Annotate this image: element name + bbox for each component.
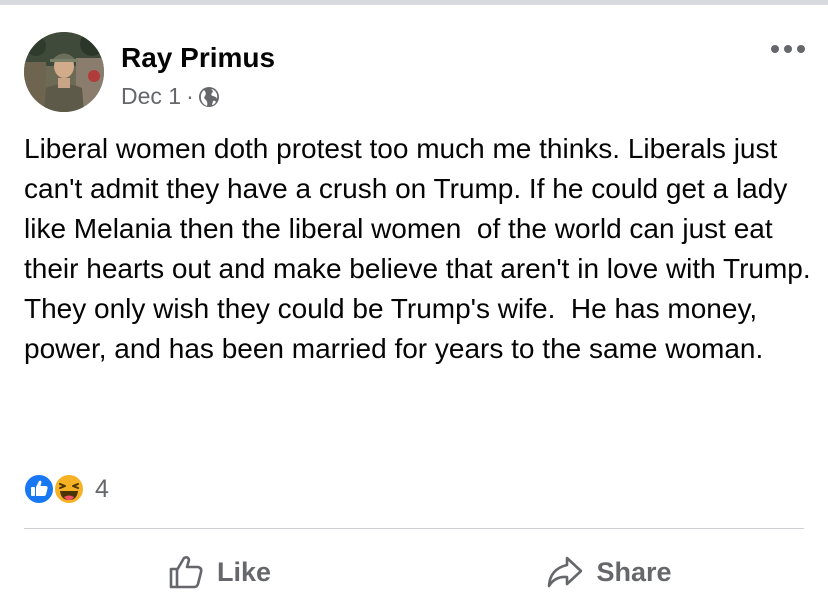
facebook-post: Ray Primus Dec 1 · Liberal women doth pr… [0, 5, 828, 608]
thumbs-up-icon [167, 553, 205, 591]
reaction-icons [23, 471, 91, 507]
author-name[interactable]: Ray Primus [121, 42, 275, 74]
share-label: Share [596, 556, 672, 587]
post-date[interactable]: Dec 1 [121, 83, 181, 110]
haha-reaction-icon [53, 473, 85, 505]
more-options-icon[interactable] [764, 35, 812, 63]
like-label: Like [216, 556, 272, 587]
post-meta: Dec 1 · [121, 83, 220, 110]
meta-separator: · [186, 83, 194, 109]
globe-icon [198, 86, 220, 108]
share-button[interactable]: Share [414, 545, 804, 599]
share-arrow-icon [546, 553, 584, 591]
like-reaction-icon [23, 473, 55, 505]
avatar-photo [24, 32, 104, 112]
author-avatar[interactable] [24, 32, 104, 112]
like-button[interactable]: Like [24, 545, 414, 599]
reactions-summary[interactable]: 4 [23, 471, 109, 507]
actions-divider [24, 528, 804, 529]
reaction-count: 4 [95, 474, 109, 503]
post-text: Liberal women doth protest too much me t… [24, 133, 811, 364]
